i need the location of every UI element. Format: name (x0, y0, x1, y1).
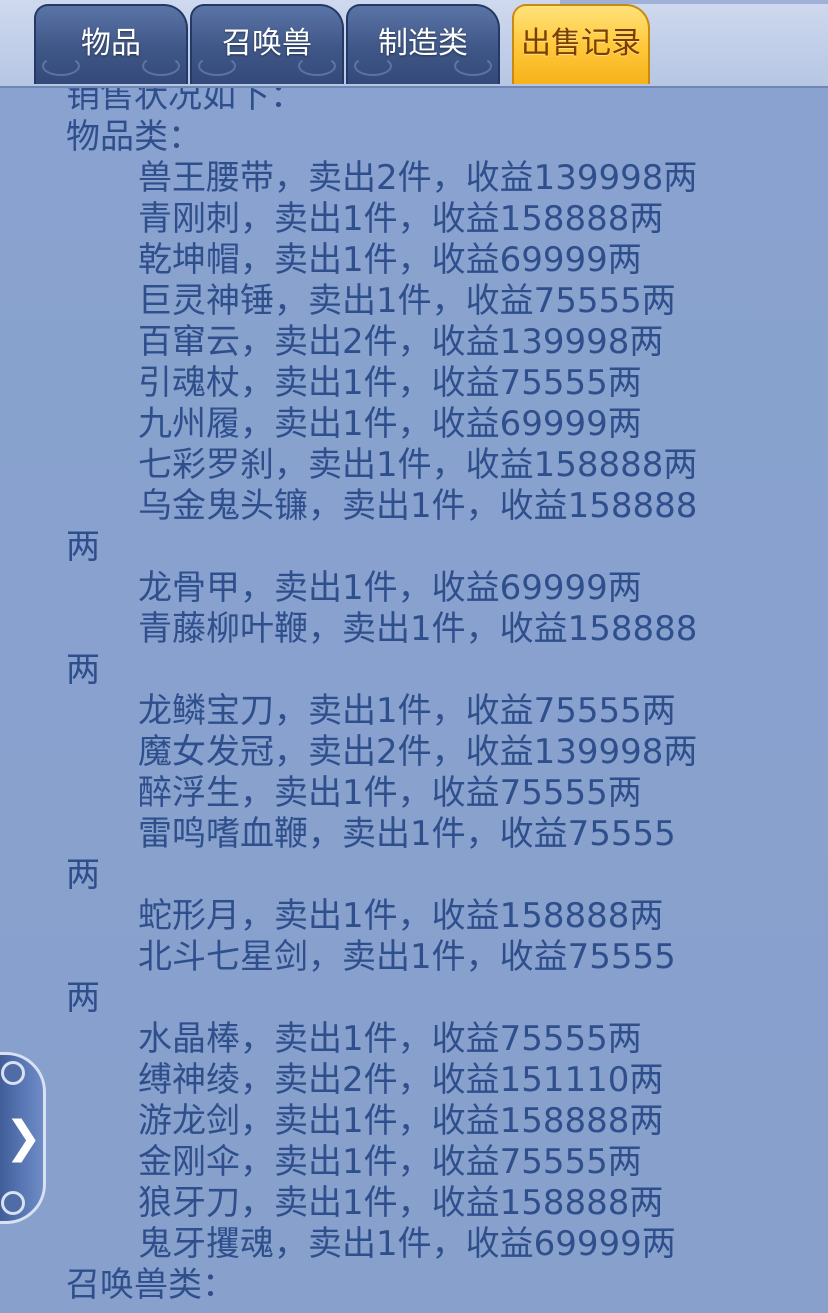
swirl-ornament (298, 56, 336, 76)
sale-line: 金刚伞，卖出1件，收益75555两 (138, 1142, 642, 1182)
sale-line: 龙骨甲，卖出1件，收益69999两 (138, 568, 642, 608)
tab-sales-record[interactable]: 出售记录 (512, 4, 650, 84)
category-title-items: 物品类： (66, 117, 202, 157)
sale-line: 乾坤帽，卖出1件，收益69999两 (138, 240, 642, 280)
swirl-ornament (142, 56, 180, 76)
sale-line: 魔女发冠，卖出2件，收益139998两 (138, 732, 698, 772)
tab-bar: 物品 召唤兽 制造类 出售记录 (0, 0, 828, 88)
sale-line: 龙鳞宝刀，卖出1件，收益75555两 (138, 691, 676, 731)
sale-line: 引魂杖，卖出1件，收益75555两 (138, 363, 642, 403)
sale-line: 百窜云，卖出2件，收益139998两 (138, 322, 664, 362)
tab-items-label: 物品 (81, 26, 141, 61)
tab-sales-record-label: 出售记录 (521, 26, 641, 61)
swirl-ornament (354, 56, 392, 76)
swirl-ornament (198, 56, 236, 76)
sale-line: 狼牙刀，卖出1件，收益158888两 (138, 1183, 664, 1223)
sales-report-panel[interactable]: 销售状况如下： 物品类： 兽王腰带，卖出2件，收益139998两 青刚刺，卖出1… (0, 88, 828, 1313)
sale-line: 青刚刺，卖出1件，收益158888两 (138, 199, 664, 239)
ring-ornament (1, 1191, 25, 1215)
sale-line: 巨灵神锤，卖出1件，收益75555两 (138, 281, 676, 321)
tab-crafting[interactable]: 制造类 (346, 4, 500, 84)
sale-line: 七彩罗刹，卖出1件，收益158888两 (138, 445, 698, 485)
sale-line: 北斗七星剑，卖出1件，收益75555 (138, 937, 676, 977)
side-expand-button[interactable]: ❯ (0, 1052, 46, 1224)
swirl-ornament (42, 56, 80, 76)
tab-pets[interactable]: 召唤兽 (190, 4, 344, 84)
sale-line-wrap: 两 (66, 855, 100, 895)
ring-ornament (1, 1061, 25, 1085)
sale-line: 雷鸣嗜血鞭，卖出1件，收益75555 (138, 814, 676, 854)
category-title-pets: 召唤兽类： (66, 1265, 236, 1305)
swirl-ornament (454, 56, 492, 76)
sale-line: 青藤柳叶鞭，卖出1件，收益158888 (138, 609, 698, 649)
sale-line: 乌金鬼头镰，卖出1件，收益158888 (138, 486, 698, 526)
sale-line-wrap: 两 (66, 527, 100, 567)
sale-line: 鬼牙攫魂，卖出1件，收益69999两 (138, 1224, 676, 1264)
sale-line: 九州履，卖出1件，收益69999两 (138, 404, 642, 444)
chevron-right-icon: ❯ (5, 1112, 42, 1163)
sale-line-wrap: 两 (66, 978, 100, 1018)
sale-line-wrap: 两 (66, 650, 100, 690)
sale-line: 缚神绫，卖出2件，收益151110两 (138, 1060, 664, 1100)
sale-line: 水晶棒，卖出1件，收益75555两 (138, 1019, 642, 1059)
sale-line: 游龙剑，卖出1件，收益158888两 (138, 1101, 664, 1141)
sale-line: 蛇形月，卖出1件，收益158888两 (138, 896, 664, 936)
sale-line: 兽王腰带，卖出2件，收益139998两 (138, 158, 698, 198)
sale-line: 醉浮生，卖出1件，收益75555两 (138, 773, 642, 813)
tab-items[interactable]: 物品 (34, 4, 188, 84)
tab-pets-label: 召唤兽 (222, 26, 312, 61)
report-intro: 销售状况如下： (66, 88, 304, 116)
tab-crafting-label: 制造类 (378, 26, 468, 61)
